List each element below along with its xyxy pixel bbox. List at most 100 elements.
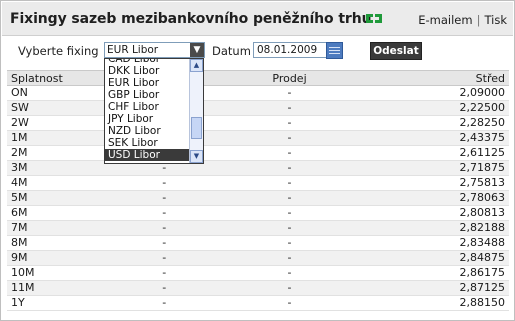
- cell-ask: -: [227, 295, 352, 311]
- cell-maturity: 4M: [7, 175, 101, 191]
- table-row: 1Y - -2,88150: [7, 295, 509, 311]
- cell-mid: 2,86175: [351, 265, 509, 281]
- dropdown-option[interactable]: NZD Libor: [105, 125, 192, 137]
- cell-mid: 2,84875: [351, 250, 509, 266]
- cell-ask: -: [227, 85, 352, 101]
- chevron-down-icon[interactable]: ▼: [190, 43, 204, 57]
- table-row: 2W--2,28250: [7, 115, 509, 131]
- cell-bid: -: [101, 190, 228, 206]
- dropdown-option[interactable]: GBP Libor: [105, 89, 192, 101]
- scrollbar-thumb[interactable]: [191, 117, 202, 139]
- cell-bid: -: [101, 205, 228, 221]
- cell-maturity: 2M: [7, 145, 101, 161]
- print-link[interactable]: Tisk: [484, 13, 507, 27]
- cell-ask: -: [227, 130, 352, 146]
- cell-bid: -: [101, 280, 228, 296]
- table-row: 4M - -2,75813: [7, 175, 509, 191]
- col-header-maturity[interactable]: Splatnost: [7, 70, 101, 86]
- cell-mid: 2,71875: [351, 160, 509, 176]
- fixing-select[interactable]: EUR Libor ▼: [104, 42, 205, 58]
- cell-ask: -: [227, 175, 352, 191]
- cell-mid: 2,87125: [351, 280, 509, 296]
- cell-maturity: 5M: [7, 190, 101, 206]
- dropdown-option[interactable]: JPY Libor: [105, 113, 192, 125]
- filter-controls: Vyberte fixing EUR Libor ▼ Datum 08.01.2…: [1, 41, 512, 63]
- dropdown-scrollbar[interactable]: ▲ ▼: [189, 59, 203, 163]
- page-title: Fixingy sazeb mezibankovního peněžního t…: [10, 11, 372, 27]
- cell-mid: 2,09000: [351, 85, 509, 101]
- table-row: 5M - -2,78063: [7, 190, 509, 206]
- col-header-mid[interactable]: Střed: [351, 70, 509, 86]
- table-row: 2M--2,61125: [7, 145, 509, 161]
- fixing-label: Vyberte fixing: [18, 44, 99, 58]
- cell-bid: -: [101, 220, 228, 236]
- table-row: ON--2,09000: [7, 85, 509, 101]
- link-separator: |: [476, 13, 481, 27]
- header-links: E-mailem | Tisk: [418, 13, 507, 27]
- cell-ask: -: [227, 235, 352, 251]
- cell-maturity: 2W: [7, 115, 101, 131]
- table-row: 11M - -2,87125: [7, 280, 509, 296]
- dropdown-option[interactable]: SEK Libor: [105, 137, 192, 149]
- cell-mid: 2,22500: [351, 100, 509, 116]
- cell-ask: -: [227, 100, 352, 116]
- scroll-down-icon[interactable]: ▼: [190, 150, 203, 163]
- date-label: Datum: [212, 44, 251, 58]
- dropdown-option[interactable]: USD Libor: [105, 149, 192, 161]
- table-row: SW--2,22500: [7, 100, 509, 116]
- cell-maturity: ON: [7, 85, 101, 101]
- cell-bid: -: [101, 175, 228, 191]
- table-row: 7M - -2,82188: [7, 220, 509, 236]
- scroll-up-icon[interactable]: ▲: [190, 59, 203, 72]
- cell-ask: -: [227, 115, 352, 131]
- rates-table: Splatnost Nákup Prodej Střed ON--2,09000…: [7, 70, 509, 311]
- calendar-icon[interactable]: [326, 42, 343, 59]
- cell-maturity: 7M: [7, 220, 101, 236]
- cell-ask: -: [227, 250, 352, 266]
- cell-ask: -: [227, 145, 352, 161]
- fixing-dropdown-list[interactable]: CAD Libor DKK Libor EUR Libor GBP Libor CHF …: [104, 58, 204, 164]
- table-row: 10M - -2,86175: [7, 265, 509, 281]
- cell-ask: -: [227, 205, 352, 221]
- date-input[interactable]: 08.01.2009: [253, 42, 327, 58]
- col-header-ask[interactable]: Prodej: [227, 70, 352, 86]
- cell-maturity: 8M: [7, 235, 101, 251]
- cs-logo-icon: [366, 14, 382, 23]
- cell-bid: -: [101, 265, 228, 281]
- cell-ask: -: [227, 160, 352, 176]
- cell-maturity: 11M: [7, 280, 101, 296]
- cell-maturity: 1M: [7, 130, 101, 146]
- table-header-row: Splatnost Nákup Prodej Střed: [7, 70, 509, 86]
- cell-maturity: 1Y: [7, 295, 101, 311]
- cell-mid: 2,80813: [351, 205, 509, 221]
- cell-maturity: SW: [7, 100, 101, 116]
- table-row: 8M - -2,83488: [7, 235, 509, 251]
- cell-maturity: 3M: [7, 160, 101, 176]
- table-row: 3M - -2,71875: [7, 160, 509, 176]
- fixing-select-value: EUR Libor: [107, 44, 159, 56]
- cell-maturity: 9M: [7, 250, 101, 266]
- table-row: 9M - -2,84875: [7, 250, 509, 266]
- cell-mid: 2,28250: [351, 115, 509, 131]
- cell-mid: 2,43375: [351, 130, 509, 146]
- table-row: 1M--2,43375: [7, 130, 509, 146]
- table-row: 6M - -2,80813: [7, 205, 509, 221]
- cell-bid: -: [101, 295, 228, 311]
- cell-maturity: 10M: [7, 265, 101, 281]
- cell-mid: 2,78063: [351, 190, 509, 206]
- cell-maturity: 6M: [7, 205, 101, 221]
- cell-mid: 2,82188: [351, 220, 509, 236]
- cell-ask: -: [227, 220, 352, 236]
- cell-bid: -: [101, 250, 228, 266]
- cell-bid: -: [101, 235, 228, 251]
- panel-header: Fixingy sazeb mezibankovního peněžního t…: [2, 2, 513, 36]
- dropdown-option[interactable]: DKK Libor: [105, 65, 192, 77]
- cell-mid: 2,88150: [351, 295, 509, 311]
- submit-button[interactable]: Odeslat: [370, 42, 422, 60]
- dropdown-option[interactable]: CHF Libor: [105, 101, 192, 113]
- dropdown-option[interactable]: EUR Libor: [105, 77, 192, 89]
- cell-ask: -: [227, 280, 352, 296]
- email-link[interactable]: E-mailem: [418, 13, 472, 27]
- cell-ask: -: [227, 265, 352, 281]
- dropdown-option[interactable]: CAD Libor: [105, 59, 192, 65]
